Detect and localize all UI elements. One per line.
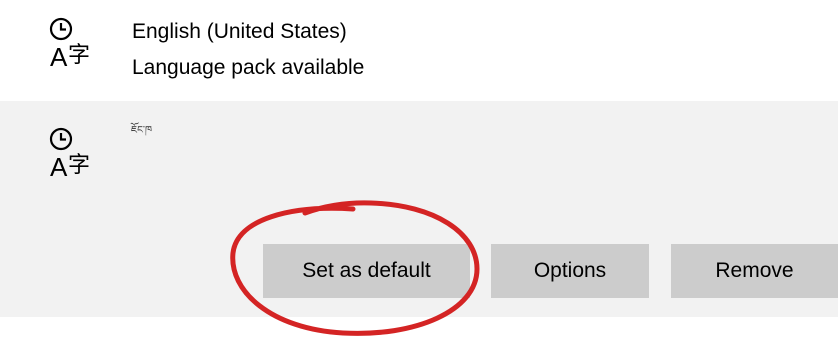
svg-text:字: 字 <box>68 153 90 178</box>
language-name: ཇོང་ཁ <box>131 125 152 136</box>
language-status: Language pack available <box>132 56 365 79</box>
svg-text:A: A <box>50 42 68 72</box>
set-as-default-button[interactable]: Set as default <box>263 244 470 298</box>
svg-text:字: 字 <box>68 43 90 68</box>
svg-text:A: A <box>50 152 68 182</box>
language-pack-icon: A 字 <box>49 17 90 72</box>
language-pack-icon: A 字 <box>49 127 90 182</box>
language-name: English (United States) <box>132 20 347 43</box>
options-button[interactable]: Options <box>491 244 649 298</box>
language-item-dzongkha[interactable]: A 字 ཇོང་ཁ Set as default Options Remove <box>0 101 838 317</box>
remove-button[interactable]: Remove <box>671 244 838 298</box>
language-item-english[interactable]: A 字 English (United States) Language pac… <box>0 0 838 96</box>
